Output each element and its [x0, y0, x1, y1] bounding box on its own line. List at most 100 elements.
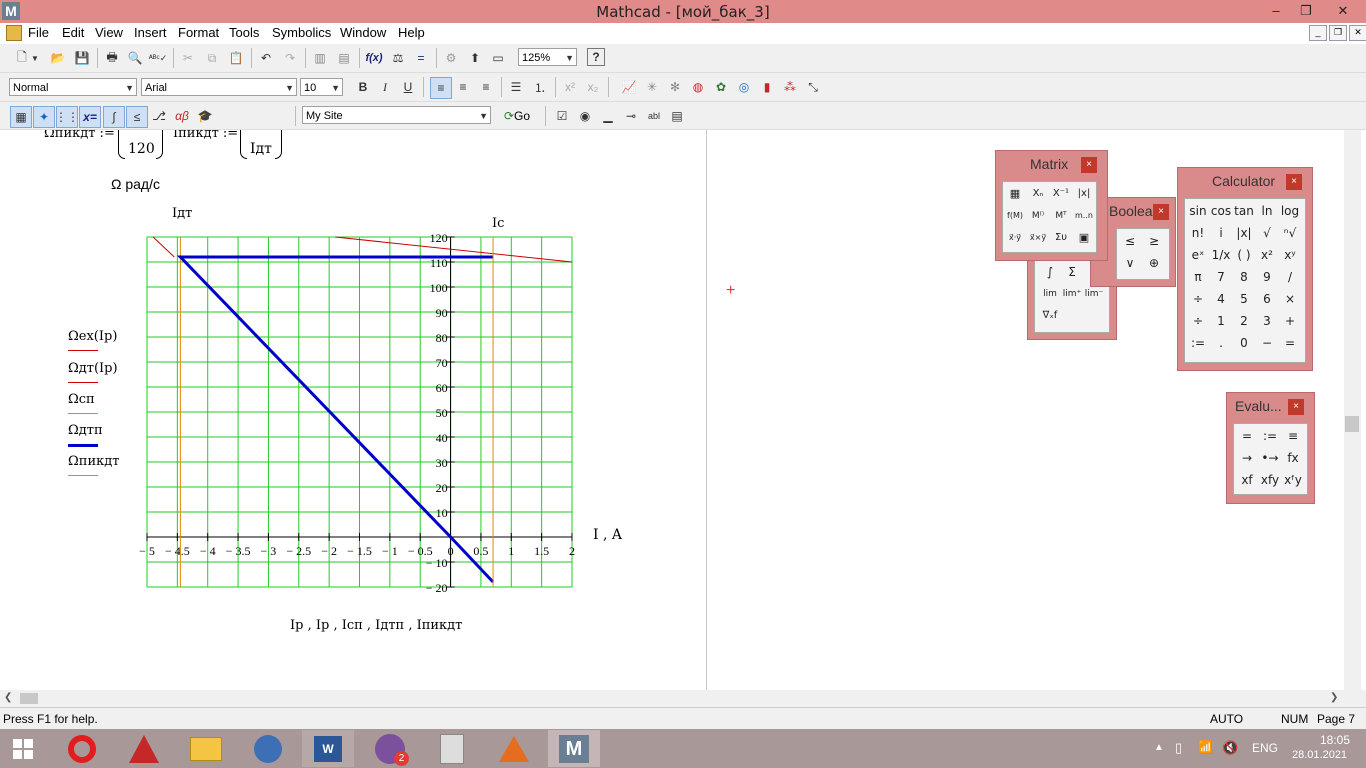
insert-matrix-icon[interactable]: ▦ — [1004, 184, 1026, 204]
calculator-close-button[interactable]: × — [1286, 174, 1302, 190]
zoom-select[interactable]: 125% ▼ — [518, 48, 577, 66]
insert-component-icon[interactable]: ⚙ — [441, 48, 461, 68]
calculator-palette[interactable]: Calculator × sin cos tan ln log n! i |x| √ ⁿ√ eˣ 1/… — [1177, 167, 1313, 371]
greater-equal-icon[interactable]: ≥ — [1143, 231, 1165, 251]
calculator-key-30[interactable]: := — [1187, 333, 1209, 353]
go-button[interactable]: ⟳ Go — [500, 106, 534, 126]
calculator-key-17[interactable]: 8 — [1233, 267, 1255, 287]
calculator-key-20[interactable]: ÷ — [1187, 289, 1209, 309]
calculator-key-32[interactable]: 0 — [1233, 333, 1255, 353]
resources-icon[interactable]: ⬆ — [465, 48, 485, 68]
evaluation-key-0[interactable]: = — [1236, 426, 1258, 446]
align-left-icon[interactable]: ≡ — [430, 77, 452, 99]
graph-toolbar-icon[interactable]: ✦ — [33, 106, 55, 128]
or-icon[interactable]: ∨ — [1119, 253, 1141, 273]
taskbar-autocad[interactable] — [118, 730, 170, 767]
menu-file[interactable]: File — [28, 25, 49, 40]
taskbar-mathcad[interactable]: M — [548, 730, 600, 767]
evaluation-key-6[interactable]: xf — [1236, 470, 1258, 490]
tray-date[interactable]: 28.01.2021 — [1292, 749, 1347, 761]
align-center-icon[interactable]: ≡ — [453, 77, 473, 97]
contour-plot-icon[interactable]: ◍ — [688, 77, 708, 97]
tray-device-icon[interactable]: ▯ — [1175, 740, 1182, 756]
calculator-key-14[interactable]: xʸ — [1279, 245, 1301, 265]
evaluation-key-3[interactable]: → — [1236, 448, 1258, 468]
calculator-key-31[interactable]: . — [1210, 333, 1232, 353]
taskbar-opera[interactable] — [56, 730, 108, 767]
limit-left-icon[interactable]: lim⁻ — [1083, 284, 1105, 304]
tray-language[interactable]: ENG — [1252, 741, 1278, 755]
calculator-key-10[interactable]: eˣ — [1187, 245, 1209, 265]
print-preview-icon[interactable]: 🔍 — [125, 48, 145, 68]
dot-product-icon[interactable]: x⃗·y⃗ — [1004, 228, 1026, 248]
less-equal-icon[interactable]: ≤ — [1119, 231, 1141, 251]
evaluation-key-1[interactable]: := — [1259, 426, 1281, 446]
menu-help[interactable]: Help — [398, 25, 425, 40]
taskbar-word[interactable]: W — [302, 730, 354, 767]
cross-product-icon[interactable]: x⃗×y⃗ — [1027, 228, 1049, 248]
menu-edit[interactable]: Edit — [62, 25, 84, 40]
document-icon[interactable] — [6, 25, 22, 41]
insert-function-icon[interactable]: f(x) — [364, 48, 384, 68]
calculator-toolbar-icon[interactable]: ▦ — [10, 106, 32, 128]
bullets-icon[interactable]: ☰ — [506, 77, 526, 97]
vector-field-icon[interactable]: ◎ — [734, 77, 754, 97]
calculator-key-5[interactable]: n! — [1187, 223, 1209, 243]
scroll-right-icon[interactable]: ❯ — [1330, 692, 1338, 703]
picture-icon[interactable]: ▣ — [1073, 228, 1095, 248]
italic-button[interactable]: I — [375, 77, 395, 97]
determinant-icon[interactable]: |x| — [1073, 184, 1095, 204]
vertical-scroll-thumb[interactable] — [1345, 416, 1359, 432]
calculator-key-6[interactable]: i — [1210, 223, 1232, 243]
matrix-toolbar-icon[interactable]: ⋮⋮ — [55, 106, 79, 128]
menu-window[interactable]: Window — [340, 25, 386, 40]
omega-pik-definition[interactable]: Ωпикдт := — [44, 130, 115, 141]
evaluation-key-7[interactable]: xfy — [1259, 470, 1281, 490]
greek-toolbar-icon[interactable]: αβ — [172, 106, 192, 126]
matrix-close-button[interactable]: × — [1081, 157, 1097, 173]
paste-icon[interactable]: 📋 — [226, 48, 246, 68]
menu-view[interactable]: View — [95, 25, 123, 40]
vector-sum-icon[interactable]: Συ — [1050, 228, 1072, 248]
tray-signal-icon[interactable]: 📶 — [1198, 740, 1213, 754]
scatter-icon[interactable]: ⁂ — [780, 77, 800, 97]
scroll-left-icon[interactable]: ❮ — [4, 692, 12, 703]
calculator-key-26[interactable]: 1 — [1210, 311, 1232, 331]
calculator-key-4[interactable]: log — [1279, 201, 1301, 221]
calculator-key-8[interactable]: √ — [1256, 223, 1278, 243]
evaluation-close-button[interactable]: × — [1288, 399, 1304, 415]
calculator-key-19[interactable]: / — [1279, 267, 1301, 287]
i-pik-definition[interactable]: Iпикдт := — [173, 130, 238, 141]
calculator-key-22[interactable]: 5 — [1233, 289, 1255, 309]
new-icon[interactable]: 🗋 — [12, 48, 32, 68]
calculator-key-11[interactable]: 1/x — [1210, 245, 1232, 265]
mdi-close-button[interactable]: ✕ — [1349, 25, 1366, 41]
button-control-icon[interactable]: ▁ — [598, 106, 618, 126]
3d-scatter-icon[interactable]: ✿ — [711, 77, 731, 97]
help-icon[interactable]: ? — [587, 48, 605, 66]
calculator-key-15[interactable]: π — [1187, 267, 1209, 287]
window-icon[interactable]: ▭ — [488, 48, 508, 68]
start-button[interactable] — [0, 730, 46, 767]
new-dropdown-icon[interactable]: ▼ — [30, 48, 40, 68]
calculator-key-12[interactable]: ( ) — [1233, 245, 1255, 265]
checkbox-control-icon[interactable]: ☑ — [552, 106, 572, 126]
calculator-key-21[interactable]: 4 — [1210, 289, 1232, 309]
evaluation-key-5[interactable]: fx — [1282, 448, 1304, 468]
font-size-select[interactable]: 10 ▼ — [300, 78, 343, 96]
calculator-key-7[interactable]: |x| — [1233, 223, 1255, 243]
calculate-icon[interactable]: = — [411, 48, 431, 68]
undo-icon[interactable]: ↶ — [256, 48, 276, 68]
calculator-key-18[interactable]: 9 — [1256, 267, 1278, 287]
transpose-icon[interactable]: Mᵀ — [1050, 206, 1072, 226]
font-select[interactable]: Arial ▼ — [141, 78, 297, 96]
xor-icon[interactable]: ⊕ — [1143, 253, 1165, 273]
open-icon[interactable]: 📂 — [48, 48, 68, 68]
taskbar-viber[interactable]: 2 — [364, 730, 416, 767]
align-down-icon[interactable]: ▤ — [334, 48, 354, 68]
calculus-toolbar-icon[interactable]: ∫ — [103, 106, 125, 128]
surface-plot-icon[interactable]: ✻ — [665, 77, 685, 97]
limit-right-icon[interactable]: lim⁺ — [1061, 284, 1083, 304]
bold-button[interactable]: B — [353, 77, 373, 97]
x-axis-expression[interactable]: Iр , Iр , Iсп , Iдтп , Iпикдт — [290, 618, 462, 633]
